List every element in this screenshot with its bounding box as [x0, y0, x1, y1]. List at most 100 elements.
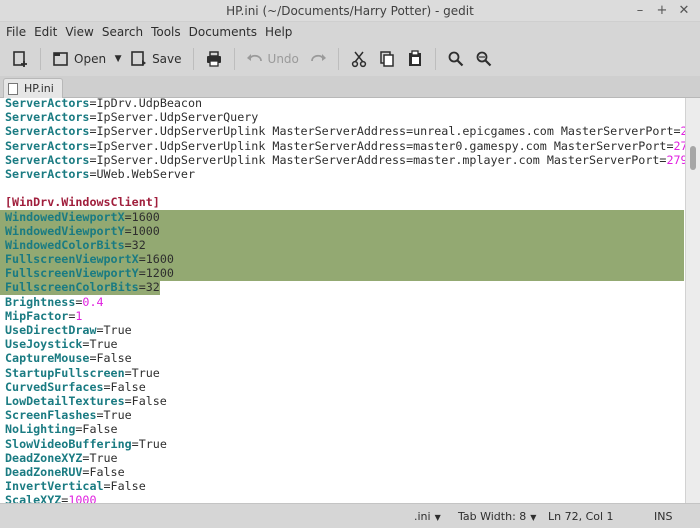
code-line: FullscreenColorBits=32 [5, 280, 685, 294]
code-line: WindowedViewportY=1000 [5, 224, 685, 238]
code-line: DeadZoneRUV=False [5, 465, 685, 479]
ini-value: =False [89, 351, 132, 366]
tab-label: HP.ini [24, 82, 54, 95]
code-line: WindowedViewportX=1600 [5, 210, 685, 224]
new-document-icon [13, 50, 27, 67]
tab-width-selector[interactable]: Tab Width: 8 ▼ [458, 510, 536, 523]
ini-value: =True [124, 365, 160, 380]
code-line: ServerActors=IpServer.UdpServerQuery [5, 110, 685, 124]
menu-tools[interactable]: Tools [147, 25, 185, 39]
copy-icon [380, 50, 394, 67]
vertical-scrollbar[interactable] [685, 98, 700, 503]
menu-search[interactable]: Search [98, 25, 147, 39]
paste-icon [408, 49, 421, 66]
ini-key: ServerActors [5, 152, 90, 167]
ini-number: 0.4 [82, 294, 104, 309]
status-bar: .ini ▼ Tab Width: 8 ▼ Ln 72, Col 1 INS [0, 503, 700, 528]
chevron-down-icon: ▼ [434, 513, 441, 522]
code-line: FullscreenViewportX=1600 [5, 252, 685, 266]
replace-button[interactable] [470, 45, 498, 73]
code-line: ServerActors=IpServer.UdpServerUplink Ma… [5, 124, 685, 138]
save-icon [131, 50, 147, 66]
open-button[interactable]: Open [47, 45, 111, 73]
save-button[interactable]: Save [125, 45, 186, 73]
ini-value: =False [75, 422, 118, 437]
insert-mode: INS [654, 510, 673, 523]
text-editor[interactable]: ServerActors=IpDrv.UdpBeacon ServerActors… [0, 98, 685, 503]
toolbar-separator [40, 47, 41, 70]
new-document-button[interactable] [6, 45, 34, 73]
ini-key: CurvedSurfaces [5, 379, 104, 394]
ini-value: =UWeb.WebServer [89, 166, 196, 181]
find-button[interactable] [442, 45, 470, 73]
paste-button[interactable] [401, 45, 429, 73]
code-line: UseDirectDraw=True [5, 323, 685, 337]
undo-button[interactable]: Undo [241, 45, 304, 73]
chevron-down-icon: ▼ [530, 513, 537, 522]
ini-key: UseDirectDraw [5, 323, 97, 337]
code-line: MipFactor=1 [5, 309, 685, 323]
document-tabs: HP.ini [0, 76, 700, 98]
ini-value: =True [96, 323, 132, 337]
ini-value: =True [96, 408, 132, 423]
code-line: [WinDrv.WindowsClient] [5, 195, 685, 209]
window-title: HP.ini (~/Documents/Harry Potter) - gedi… [226, 4, 474, 18]
ini-value: =1200 [138, 266, 174, 281]
code-line: ScreenFlashes=True [5, 408, 685, 422]
ini-key: ServerActors [5, 98, 90, 110]
ini-key: ServerActors [5, 166, 90, 181]
ini-number: 27900 [673, 138, 685, 153]
menu-help[interactable]: Help [261, 25, 296, 39]
ini-value: =1000 [124, 223, 160, 238]
copy-button[interactable] [373, 45, 401, 73]
ini-key: FullscreenViewportX [5, 252, 139, 267]
ini-key: NoLighting [5, 422, 76, 437]
ini-value: =1600 [124, 209, 160, 224]
menu-bar: File Edit View Search Tools Documents He… [0, 22, 700, 41]
minimize-icon[interactable]: – [632, 3, 648, 19]
menu-edit[interactable]: Edit [30, 25, 61, 39]
ini-key: MipFactor [5, 308, 69, 323]
ini-value: =IpDrv.UdpBeacon [89, 98, 203, 110]
ini-key: InvertVertical [5, 479, 104, 494]
scrollbar-thumb[interactable] [690, 146, 696, 170]
print-button[interactable] [200, 45, 228, 73]
open-label: Open [74, 51, 107, 66]
language-selector[interactable]: .ini ▼ [414, 510, 441, 523]
save-label: Save [152, 51, 182, 66]
redo-button[interactable] [304, 45, 332, 73]
code-line: CaptureMouse=False [5, 351, 685, 365]
ini-key: SlowVideoBuffering [5, 436, 132, 451]
ini-key: CaptureMouse [5, 351, 90, 366]
menu-view[interactable]: View [61, 25, 97, 39]
tab-width-label: Tab Width: 8 [458, 510, 527, 523]
recent-files-dropdown[interactable]: ▼ [111, 45, 125, 73]
tab-hp-ini[interactable]: HP.ini [3, 78, 63, 98]
toolbar-separator [337, 47, 339, 70]
ini-key: ScreenFlashes [5, 408, 97, 423]
code-line: InvertVertical=False [5, 479, 685, 493]
ini-key: UseJoystick [5, 337, 83, 352]
maximize-icon[interactable]: + [654, 3, 670, 19]
ini-key: StartupFullscreen [5, 365, 125, 380]
ini-number: 1 [75, 308, 83, 323]
ini-key: ServerActors [5, 138, 90, 153]
code-line: ServerActors=IpDrv.UdpBeacon [5, 98, 685, 110]
ini-value: =False [82, 464, 125, 479]
cut-button[interactable] [345, 45, 373, 73]
code-line: DeadZoneXYZ=True [5, 451, 685, 465]
language-label: .ini [414, 510, 431, 523]
menu-file[interactable]: File [2, 25, 30, 39]
close-icon[interactable]: ✕ [676, 3, 692, 19]
code-line: SlowVideoBuffering=True [5, 437, 685, 451]
ini-key: WindowedViewportY [5, 223, 125, 238]
ini-value: =False [124, 393, 167, 408]
ini-number: 1000 [68, 493, 97, 503]
ini-value: =False [103, 379, 146, 394]
ini-value: =32 [138, 280, 160, 295]
code-line: CurvedSurfaces=False [5, 380, 685, 394]
undo-label: Undo [267, 51, 299, 66]
ini-value: =False [103, 479, 146, 494]
menu-documents[interactable]: Documents [185, 25, 261, 39]
